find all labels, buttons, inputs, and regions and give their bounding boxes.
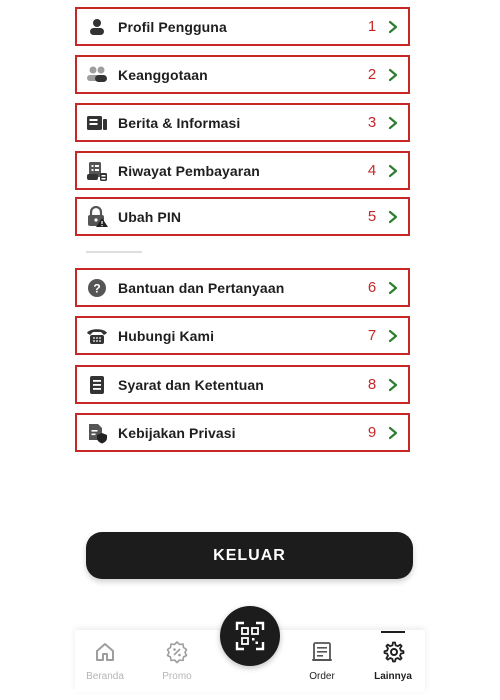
menu-item-ubah-pin[interactable]: Ubah PIN 5 — [75, 197, 410, 236]
annotation-number: 4 — [367, 162, 377, 179]
chevron-right-icon — [382, 422, 404, 444]
menu-item-label: Kebijakan Privasi — [118, 424, 236, 441]
order-icon — [312, 642, 332, 661]
annotation-number: 2 — [367, 66, 377, 83]
menu-item-profil-pengguna[interactable]: Profil Pengguna 1 — [75, 7, 410, 46]
question-icon: ? — [86, 277, 108, 299]
news-icon — [86, 112, 108, 134]
nav-item-promo[interactable]: Promo — [147, 630, 207, 692]
home-icon — [96, 643, 114, 661]
promo-icon — [166, 641, 188, 664]
chevron-right-icon — [382, 112, 404, 134]
logout-button[interactable]: KELUAR — [86, 532, 413, 579]
membership-icon — [86, 64, 108, 86]
menu-item-label: Hubungi Kami — [118, 327, 215, 344]
qr-scan-button[interactable] — [220, 606, 280, 666]
nav-item-lainnya[interactable]: Lainnya — [363, 630, 423, 692]
annotation-number: 5 — [367, 208, 377, 225]
nav-label: Beranda — [86, 671, 124, 682]
chevron-right-icon — [382, 325, 404, 347]
chevron-right-icon — [382, 277, 404, 299]
menu-item-keanggotaan[interactable]: Keanggotaan 2 — [75, 55, 410, 94]
gear-icon — [383, 641, 405, 663]
lock-warning-icon — [86, 205, 108, 228]
qr-scan-icon — [235, 621, 265, 651]
menu-item-label: Ubah PIN — [118, 208, 182, 225]
menu-item-label: Syarat dan Ketentuan — [118, 376, 264, 393]
nav-item-beranda[interactable]: Beranda — [75, 630, 135, 692]
svg-text:?: ? — [93, 281, 100, 295]
annotation-number: 6 — [367, 279, 377, 296]
menu-item-kebijakan-privasi[interactable]: Kebijakan Privasi 9 — [75, 413, 410, 452]
payment-history-icon — [86, 160, 108, 182]
active-tab-indicator — [381, 631, 405, 633]
annotation-number: 7 — [367, 327, 377, 344]
menu-item-label: Berita & Informasi — [118, 114, 241, 131]
menu-item-label: Keanggotaan — [118, 66, 208, 83]
menu-item-bantuan[interactable]: ? Bantuan dan Pertanyaan 6 — [75, 268, 410, 307]
menu-item-hubungi-kami[interactable]: Hubungi Kami 7 — [75, 316, 410, 355]
menu-item-label: Riwayat Pembayaran — [118, 162, 260, 179]
chevron-right-icon — [382, 374, 404, 396]
nav-item-order[interactable]: Order — [292, 630, 352, 692]
nav-label: Promo — [162, 671, 192, 682]
annotation-number: 1 — [367, 18, 377, 35]
menu-item-berita-informasi[interactable]: Berita & Informasi 3 — [75, 103, 410, 142]
menu-item-riwayat-pembayaran[interactable]: Riwayat Pembayaran 4 — [75, 151, 410, 190]
privacy-shield-icon — [86, 422, 108, 444]
document-icon — [86, 374, 108, 396]
chevron-right-icon — [382, 160, 404, 182]
user-icon — [86, 16, 108, 38]
chevron-right-icon — [382, 16, 404, 38]
chevron-right-icon — [382, 206, 404, 228]
section-divider — [86, 251, 142, 253]
annotation-number: 3 — [367, 114, 377, 131]
nav-label: Lainnya — [374, 671, 412, 682]
menu-item-syarat-ketentuan[interactable]: Syarat dan Ketentuan 8 — [75, 365, 410, 404]
annotation-number: 8 — [367, 376, 377, 393]
nav-label: Order — [309, 671, 335, 682]
phone-icon — [86, 325, 108, 347]
menu-item-label: Profil Pengguna — [118, 18, 227, 35]
annotation-number: 9 — [367, 424, 377, 441]
chevron-right-icon — [382, 64, 404, 86]
menu-item-label: Bantuan dan Pertanyaan — [118, 279, 285, 296]
